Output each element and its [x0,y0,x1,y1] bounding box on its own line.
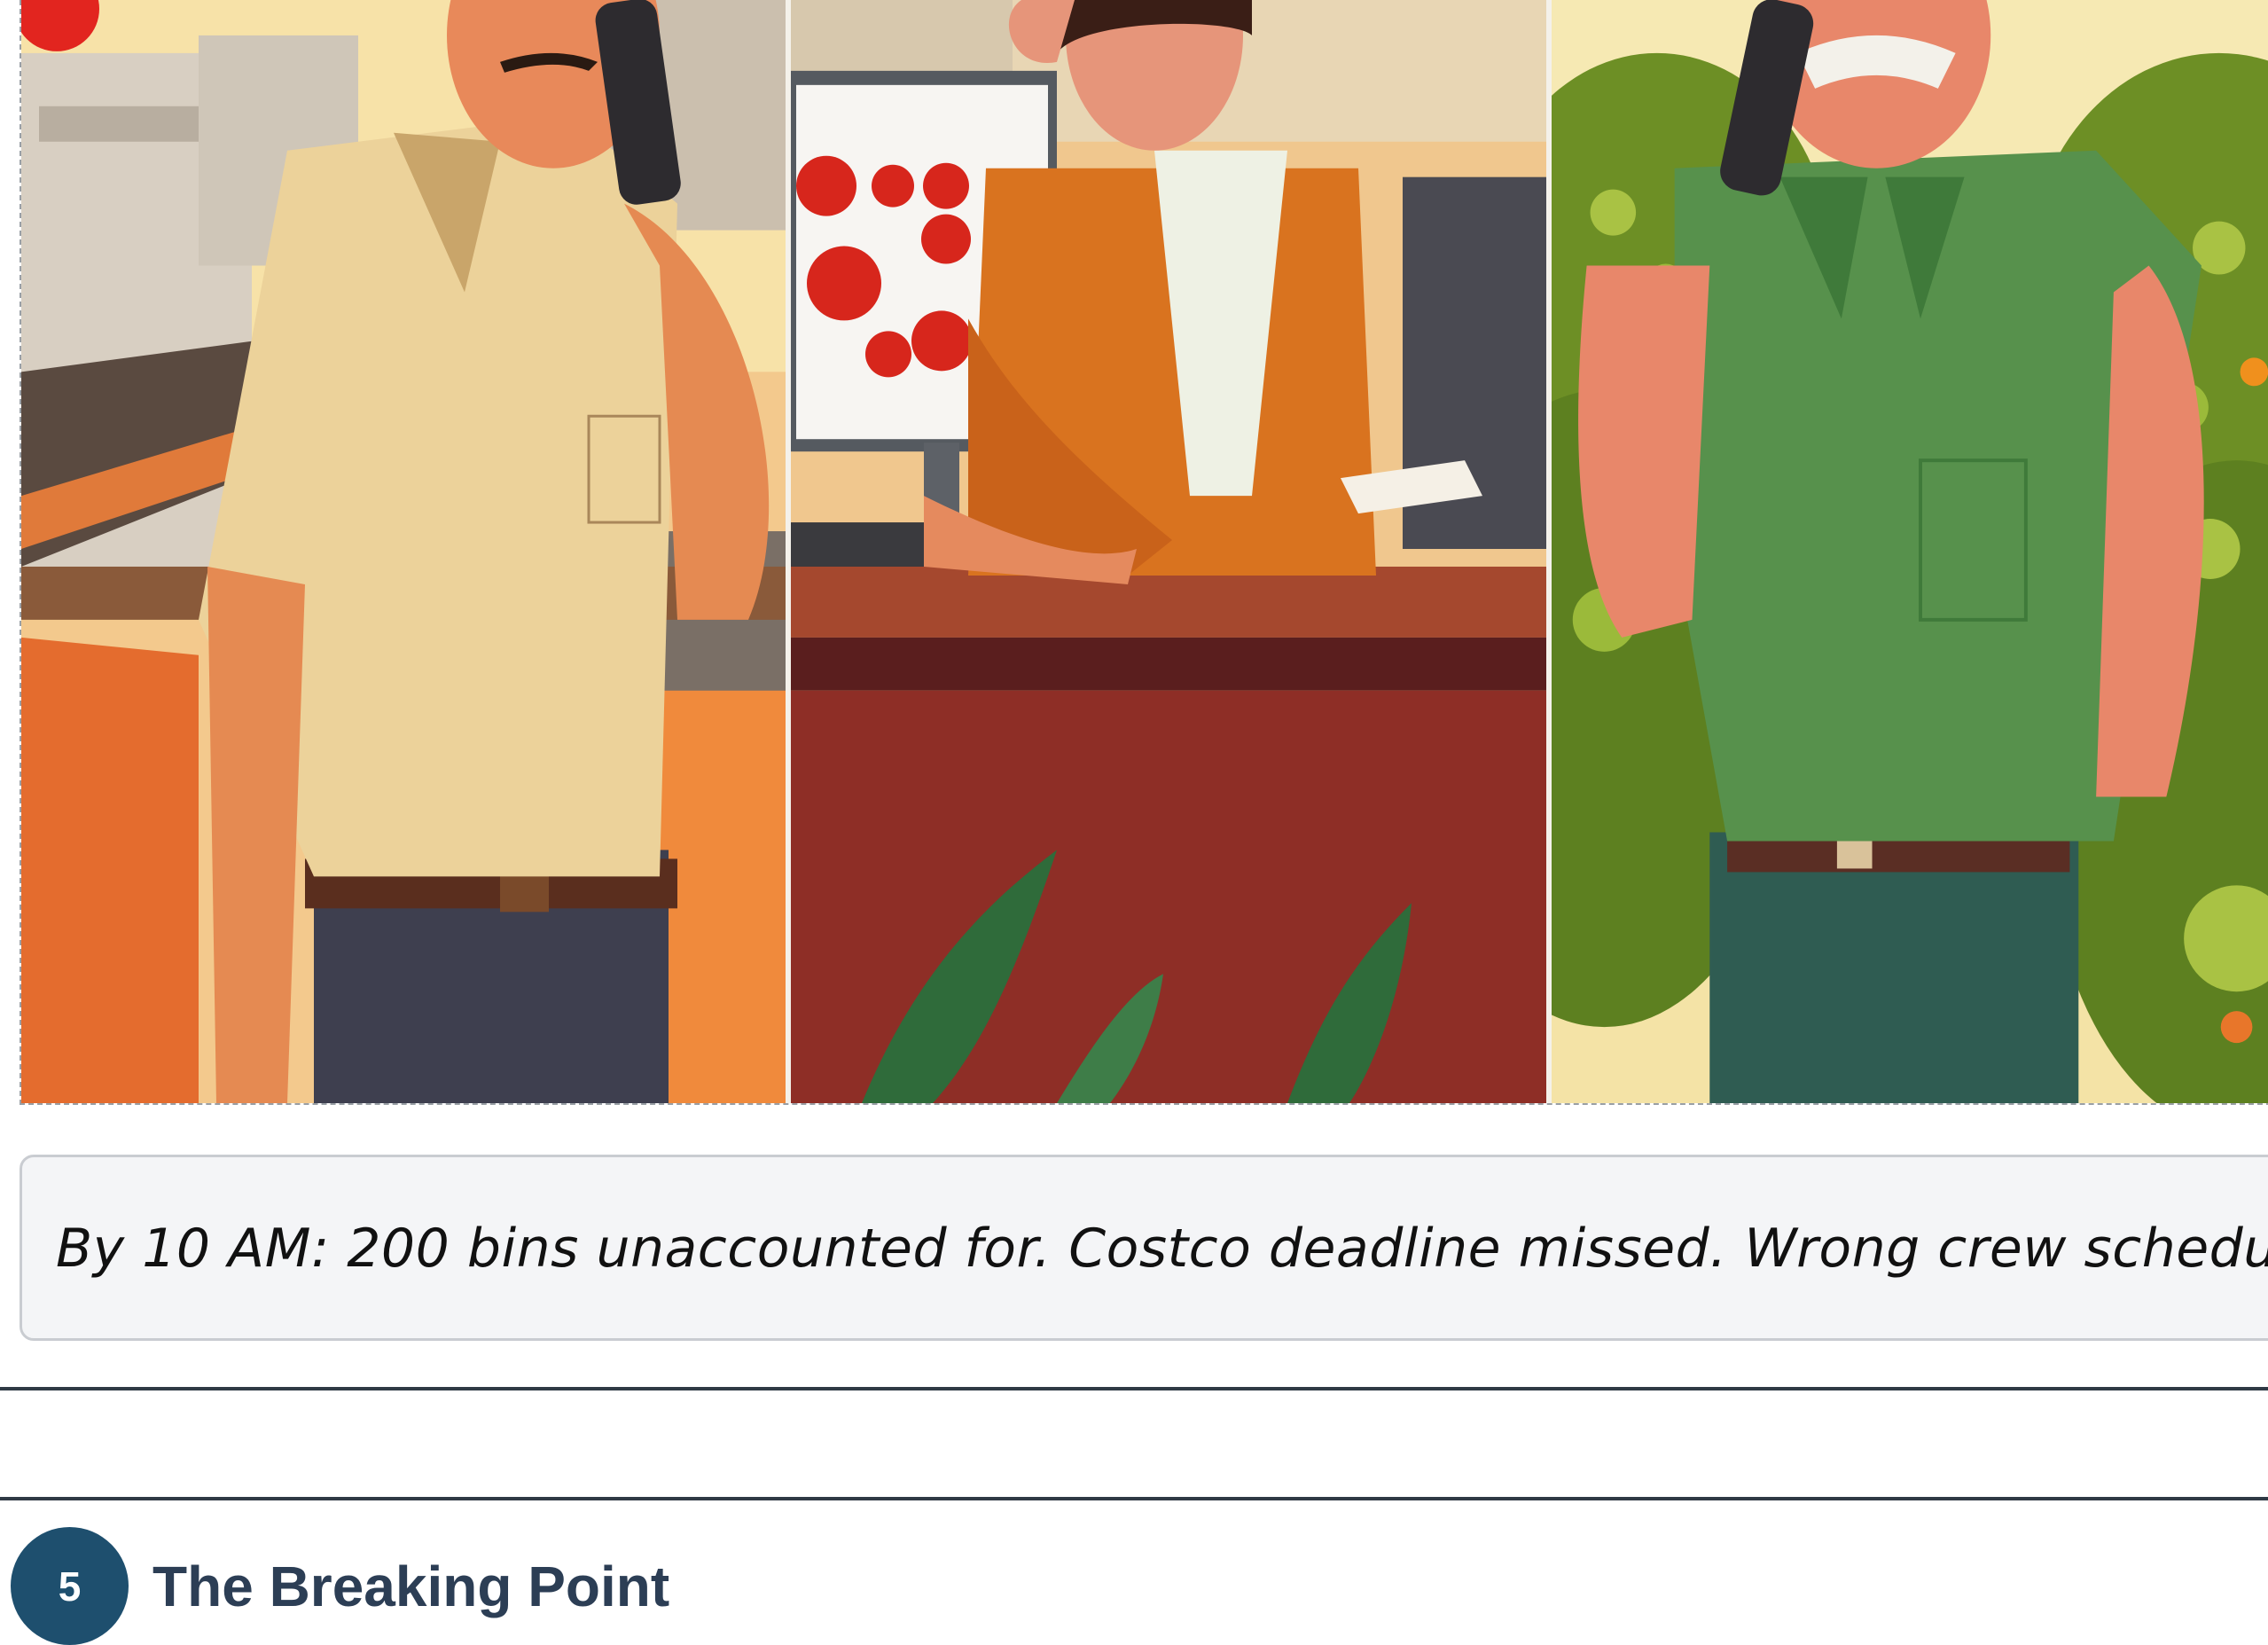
caption-text: By 10 AM: 200 bins unaccounted for. Cost… [56,1218,2268,1280]
step-number-badge: 5 [11,1527,129,1645]
section-divider-top [0,1387,2268,1390]
packing-house-illustration [21,0,786,1103]
orchard-illustration [1552,0,2268,1103]
office-illustration [791,0,1546,1103]
section-title: The Breaking Point [153,1555,670,1618]
comic-panel-orchard [1552,0,2268,1103]
comic-panel-packing-house [21,0,786,1103]
section-divider-bottom [0,1497,2268,1500]
comic-strip [20,0,2268,1105]
caption-box: By 10 AM: 200 bins unaccounted for. Cost… [20,1155,2268,1341]
comic-panel-office [786,0,1552,1103]
